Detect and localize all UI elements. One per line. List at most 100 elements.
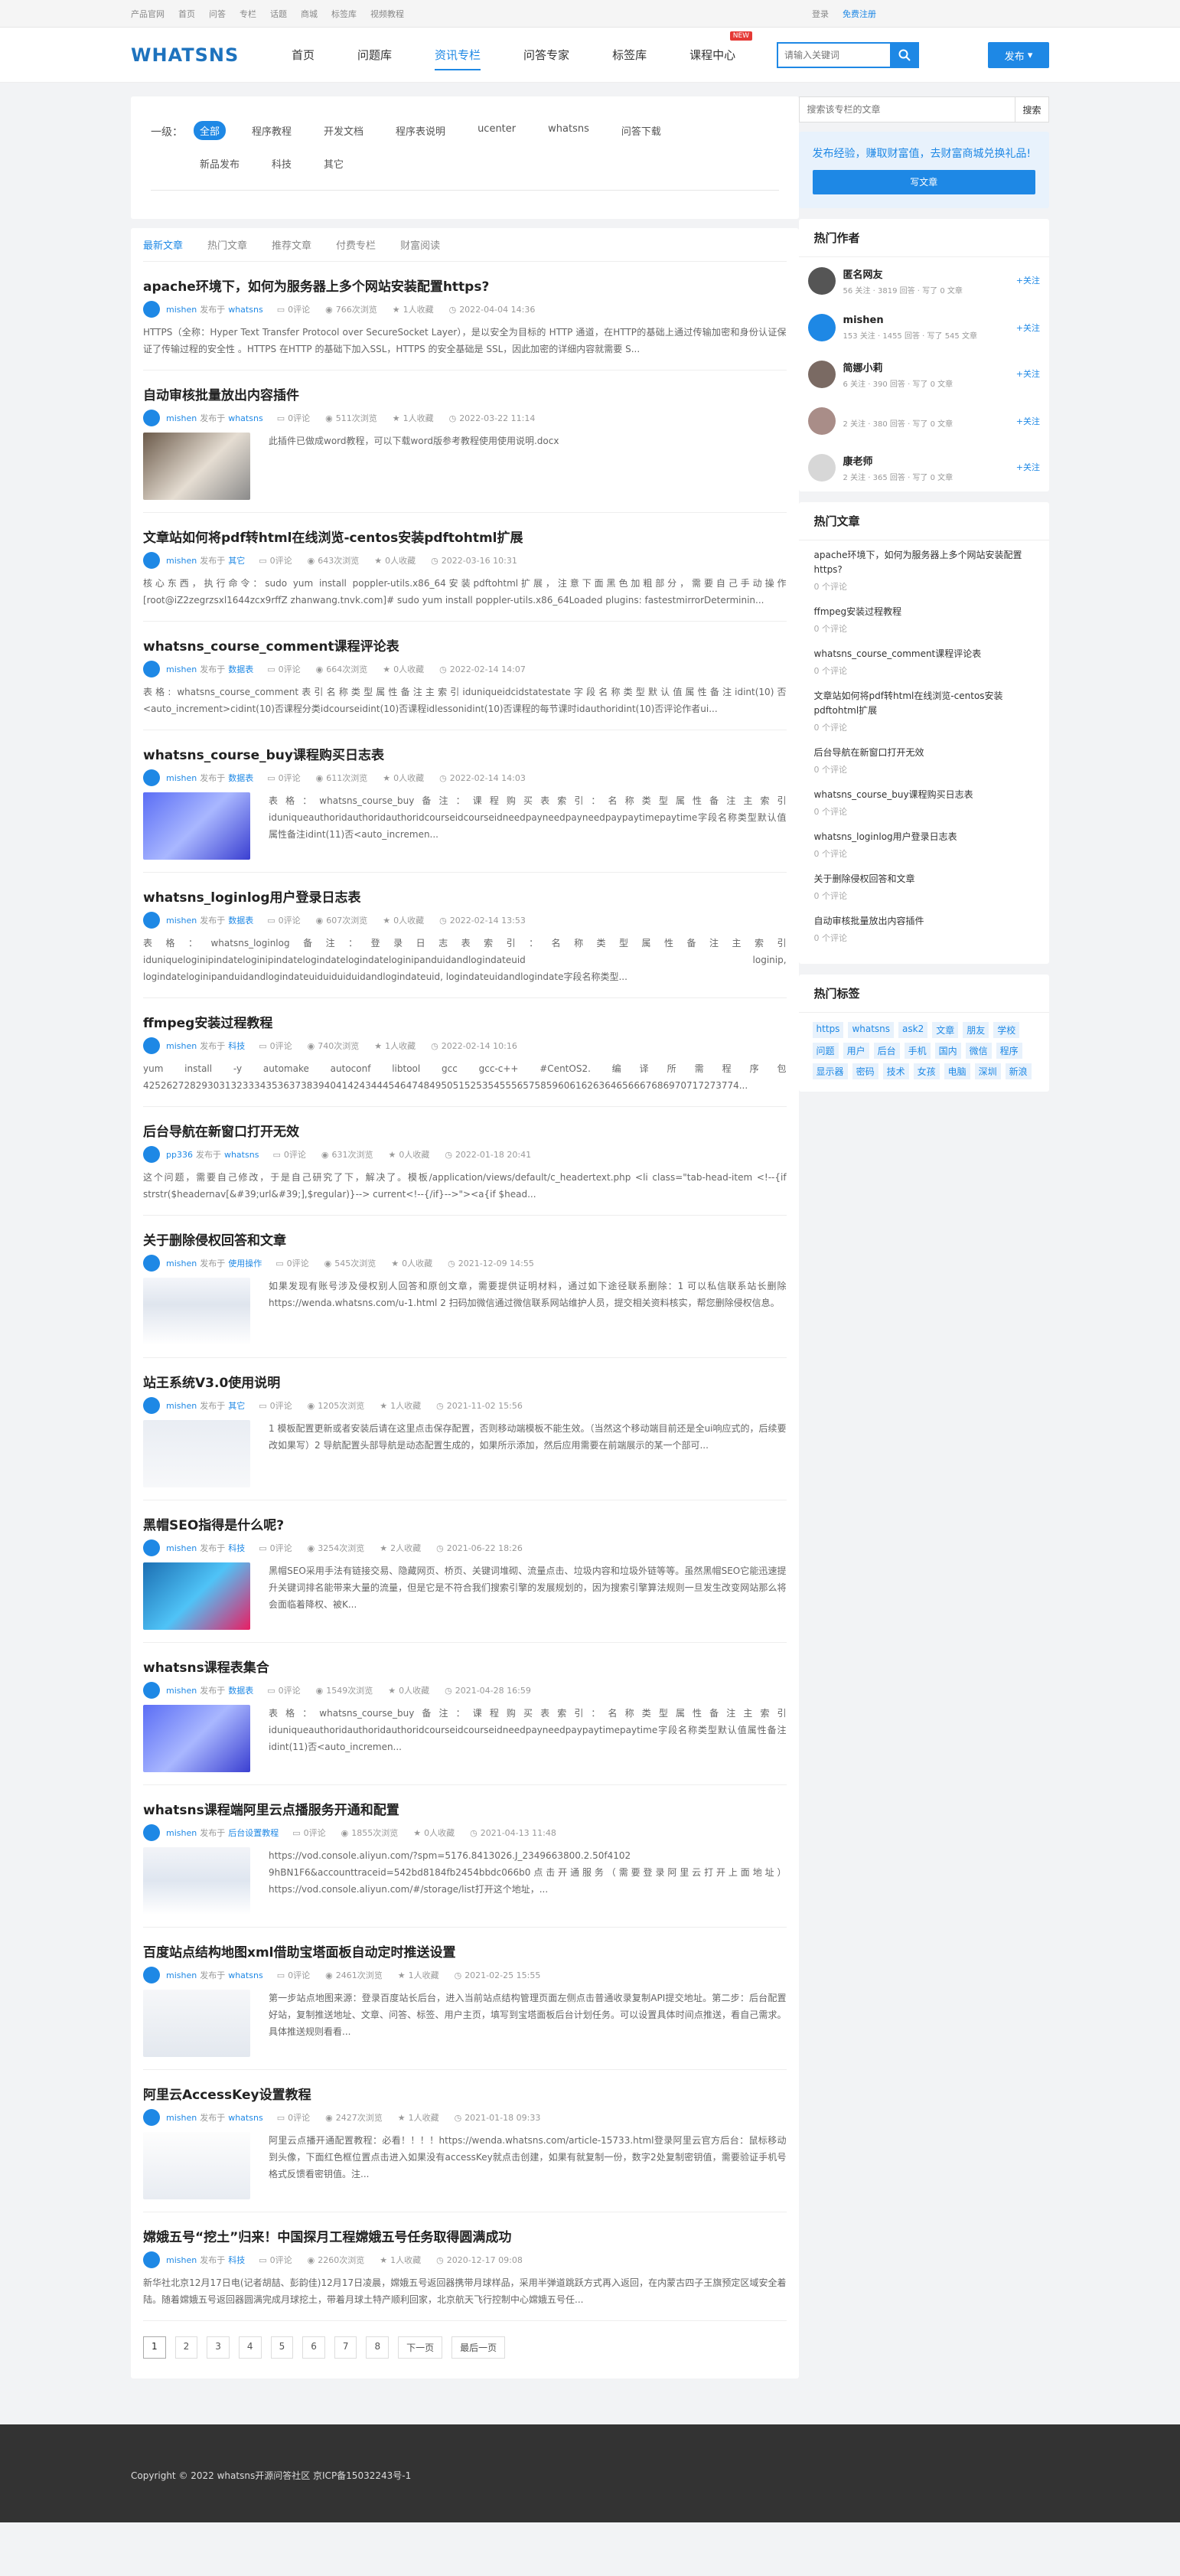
tag-chip[interactable]: https (812, 1022, 844, 1038)
top-link[interactable]: 话题 (270, 9, 287, 19)
author-name[interactable]: mishen (166, 916, 197, 926)
avatar[interactable] (143, 1255, 160, 1272)
tab-hot[interactable]: 热门文章 (207, 237, 247, 252)
write-article-button[interactable]: 写文章 (812, 170, 1035, 194)
hot-article-link[interactable]: ffmpeg安装过程教程 (814, 605, 1034, 619)
hot-article-link[interactable]: 文章站如何将pdf转html在线浏览-centos安装pdftohtml扩展 (814, 689, 1034, 718)
article-title[interactable]: 站王系统V3.0使用说明 (143, 1372, 787, 1391)
tag-chip[interactable]: 新浪 (1005, 1063, 1032, 1079)
avatar[interactable] (143, 661, 160, 677)
article-category[interactable]: 数据表 (228, 772, 253, 784)
tag-chip[interactable]: 问题 (812, 1043, 839, 1059)
tag-chip[interactable]: 技术 (882, 1063, 909, 1079)
article-title[interactable]: 文章站如何将pdf转html在线浏览-centos安装pdftohtml扩展 (143, 527, 787, 546)
article-category[interactable]: 使用操作 (228, 1257, 262, 1269)
article-thumbnail[interactable] (143, 1990, 250, 2057)
article-title[interactable]: whatsns课程表集合 (143, 1657, 787, 1676)
register-link[interactable]: 免费注册 (843, 9, 876, 19)
avatar[interactable] (143, 1967, 160, 1983)
article-title[interactable]: 后台导航在新窗口打开无效 (143, 1121, 787, 1140)
article-thumbnail[interactable] (143, 1562, 250, 1630)
top-link[interactable]: 视频教程 (370, 9, 404, 19)
article-category[interactable]: whatsns (228, 413, 262, 423)
article-category[interactable]: 数据表 (228, 663, 253, 675)
category-tag[interactable]: 全部 (194, 121, 227, 140)
post-dropdown-button[interactable]: 发布 ▾ (988, 42, 1049, 68)
avatar[interactable] (143, 769, 160, 786)
author-name[interactable]: mishen (166, 2113, 197, 2123)
hot-article-link[interactable]: whatsns_course_comment课程评论表 (814, 647, 1034, 661)
column-search-input[interactable] (798, 96, 1015, 122)
hot-article-link[interactable]: 关于删除侵权回答和文章 (814, 872, 1034, 886)
top-link[interactable]: 产品官网 (131, 9, 165, 19)
author-name[interactable]: mishen (166, 1686, 197, 1696)
category-tag[interactable]: 开发文档 (318, 121, 370, 140)
article-title[interactable]: 黑帽SEO指得是什么呢? (143, 1514, 787, 1533)
login-link[interactable]: 登录 (812, 9, 829, 19)
tag-chip[interactable]: 学校 (993, 1022, 1020, 1038)
tag-chip[interactable]: whatsns (848, 1022, 895, 1038)
follow-button[interactable]: +关注 (1016, 322, 1040, 334)
article-category[interactable]: whatsns (228, 305, 262, 315)
page-button[interactable]: 1 (143, 2336, 166, 2359)
page-button[interactable]: 2 (174, 2336, 198, 2359)
article-category[interactable]: 科技 (228, 2254, 245, 2266)
article-category[interactable]: whatsns (224, 1150, 259, 1160)
category-tag[interactable]: whatsns (542, 121, 595, 140)
article-title[interactable]: whatsns课程端阿里云点播服务开通和配置 (143, 1799, 787, 1818)
avatar[interactable] (143, 2251, 160, 2268)
page-button[interactable]: 5 (270, 2336, 294, 2359)
avatar[interactable] (143, 1824, 160, 1841)
category-tag[interactable]: 程序表说明 (390, 121, 451, 140)
tag-chip[interactable]: 女孩 (913, 1063, 940, 1079)
article-category[interactable]: 数据表 (228, 914, 253, 926)
author-name[interactable]: mishen (166, 1259, 197, 1268)
tag-chip[interactable]: 程序 (996, 1043, 1022, 1059)
avatar[interactable] (143, 1397, 160, 1414)
tag-chip[interactable]: 手机 (904, 1043, 931, 1059)
author-name[interactable]: mishen (166, 556, 197, 566)
hot-article-link[interactable]: 后台导航在新窗口打开无效 (814, 746, 1034, 760)
article-category[interactable]: 其它 (228, 554, 245, 566)
top-link[interactable]: 专栏 (240, 9, 256, 19)
next-page-button[interactable]: 下一页 (398, 2336, 443, 2359)
author-name[interactable]: mishen (843, 315, 977, 326)
tag-chip[interactable]: 深圳 (974, 1063, 1001, 1079)
page-button[interactable]: 3 (207, 2336, 230, 2359)
avatar[interactable] (143, 912, 160, 929)
article-title[interactable]: 自动审核批量放出内容插件 (143, 384, 787, 403)
article-category[interactable]: 后台设置教程 (228, 1827, 279, 1839)
follow-button[interactable]: +关注 (1016, 415, 1040, 427)
site-logo[interactable]: WHATSNS (131, 44, 292, 66)
avatar[interactable] (143, 2109, 160, 2126)
tag-chip[interactable]: 显示器 (812, 1063, 848, 1079)
article-title[interactable]: whatsns_course_comment课程评论表 (143, 635, 787, 655)
author-name[interactable]: 康老师 (843, 453, 953, 468)
author-name[interactable]: mishen (166, 1543, 197, 1553)
tag-chip[interactable]: 朋友 (963, 1022, 989, 1038)
tag-chip[interactable]: 后台 (873, 1043, 900, 1059)
article-thumbnail[interactable] (143, 1278, 250, 1345)
tag-chip[interactable]: 微信 (965, 1043, 992, 1059)
top-link[interactable]: 商城 (301, 9, 318, 19)
author-name[interactable]: mishen (166, 773, 197, 783)
article-title[interactable]: 阿里云AccessKey设置教程 (143, 2084, 787, 2103)
author-name[interactable]: pp336 (166, 1150, 193, 1160)
author-name[interactable]: mishen (166, 1401, 197, 1411)
avatar[interactable] (807, 407, 836, 435)
article-thumbnail[interactable] (143, 2132, 250, 2199)
article-thumbnail[interactable] (143, 1420, 250, 1487)
nav-home[interactable]: 首页 (292, 41, 315, 70)
tag-chip[interactable]: 国内 (934, 1043, 961, 1059)
category-tag[interactable]: 其它 (318, 154, 350, 173)
article-category[interactable]: whatsns (228, 1970, 262, 1980)
avatar[interactable] (143, 552, 160, 569)
nav-articles[interactable]: 资讯专栏 (435, 41, 481, 70)
top-link[interactable]: 标签库 (331, 9, 357, 19)
article-title[interactable]: whatsns_course_buy课程购买日志表 (143, 744, 787, 763)
nav-courses[interactable]: 课程中心 NEW (689, 31, 753, 70)
category-tag[interactable]: 新品发布 (194, 154, 246, 173)
category-tag[interactable]: 科技 (266, 154, 298, 173)
follow-button[interactable]: +关注 (1016, 367, 1040, 380)
search-button[interactable] (890, 42, 919, 68)
